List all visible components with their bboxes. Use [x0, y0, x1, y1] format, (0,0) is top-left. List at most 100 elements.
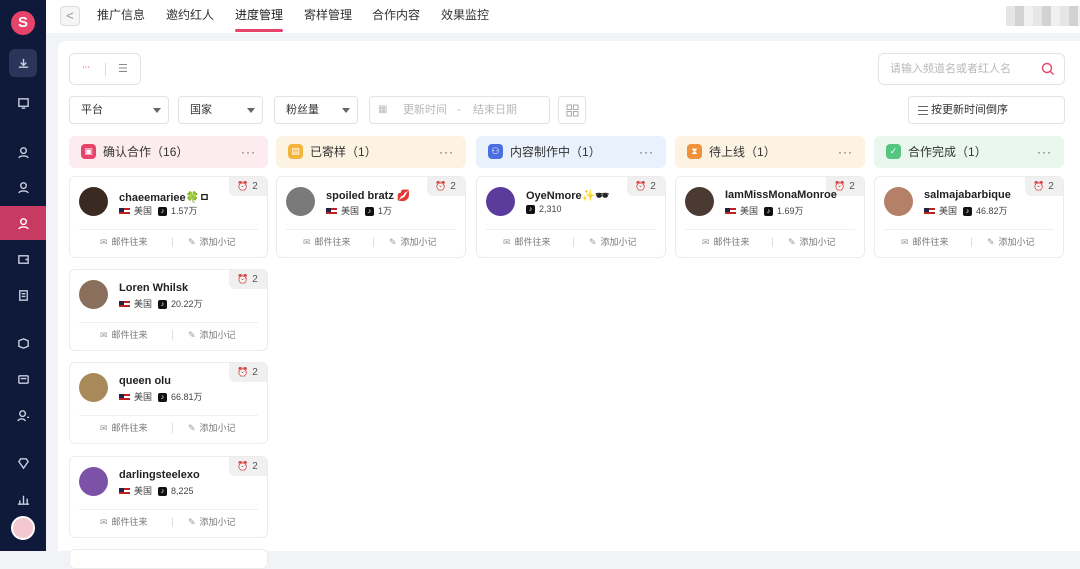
date-range-picker[interactable]: ▦ 更新时间 - 结束日期	[369, 96, 550, 124]
download-icon[interactable]	[9, 49, 37, 77]
tab-effect-monitoring[interactable]: 效果监控	[441, 0, 489, 33]
mail-button[interactable]: ✉ 邮件往来	[702, 235, 750, 248]
report-icon[interactable]	[0, 278, 46, 312]
followers-select[interactable]: 粉丝量	[274, 96, 358, 124]
list-view-icon[interactable]: ☰	[118, 62, 128, 75]
user-info-blurred[interactable]	[1006, 6, 1080, 26]
influencer-name[interactable]: queen olu	[119, 375, 171, 387]
tiktok-icon: ♪	[963, 207, 973, 217]
followers-select-label: 粉丝量	[286, 104, 319, 116]
reminder-badge[interactable]: ⏰ 2	[229, 363, 267, 382]
reminder-badge[interactable]: ⏰ 2	[229, 457, 267, 476]
influencer-name[interactable]: OyeNmore✨🕶	[526, 189, 609, 202]
tab-cooperation-content[interactable]: 合作内容	[372, 0, 420, 33]
date-end[interactable]: 结束日期	[473, 97, 517, 123]
grid-button[interactable]	[558, 96, 586, 124]
tiktok-icon: ♪	[526, 205, 535, 215]
tab-promotion-info[interactable]: 推广信息	[97, 0, 145, 33]
note-icon: ✎	[188, 330, 196, 340]
tab-progress-management[interactable]: 进度管理	[235, 0, 284, 33]
tab-sample-management[interactable]: 寄样管理	[304, 0, 352, 33]
us-flag-icon	[119, 393, 130, 402]
mail-button[interactable]: ✉ 邮件往来	[100, 421, 148, 434]
person-settings-icon[interactable]	[0, 398, 46, 432]
box-icon[interactable]	[0, 326, 46, 360]
search-placeholder: 请输入频道名或者红人名	[890, 63, 1011, 75]
reminder-badge[interactable]: ⏰ 2	[229, 270, 267, 289]
add-note-button[interactable]: ✎ 添加小记	[589, 235, 637, 248]
divider	[172, 423, 173, 433]
more-icon[interactable]: ···	[241, 136, 256, 168]
influencer-name[interactable]: darlingsteelexo	[119, 469, 200, 481]
country: 美国	[939, 206, 958, 216]
monitor-icon[interactable]	[0, 86, 46, 120]
alarm-icon: ⏰	[435, 181, 447, 191]
reminder-badge[interactable]: ⏰ 2	[229, 177, 267, 196]
view-toggle[interactable]: ᐧᐧᐧ ☰	[69, 53, 141, 85]
kanban-view-icon[interactable]: ᐧᐧᐧ	[82, 63, 90, 74]
tab-invite-influencers[interactable]: 邀约红人	[166, 0, 214, 33]
more-icon[interactable]: ···	[1037, 136, 1052, 168]
influencer-meta: ♪ 2,310	[526, 204, 562, 215]
influencer-card[interactable]	[69, 549, 268, 569]
sort-button[interactable]: 按更新时间倒序	[908, 96, 1065, 124]
reminder-badge[interactable]: ⏰ 2	[1025, 177, 1063, 196]
back-button[interactable]: <	[60, 6, 80, 26]
mail-button[interactable]: ✉ 邮件往来	[100, 328, 148, 341]
influencer-name[interactable]: salmajabarbique	[924, 189, 1011, 201]
add-note-button[interactable]: ✎ 添加小记	[389, 235, 437, 248]
followers: 20.22万	[171, 299, 203, 309]
mail-button[interactable]: ✉ 邮件往来	[100, 235, 148, 248]
influencer-card[interactable]: ⏰ 2 spoiled bratz 💋 美国 ♪ 1万 ✉ 邮件往来 ✎ 添加小记	[276, 176, 466, 258]
influencer-card[interactable]: ⏰ 2 chaeemariee🍀ㅁ 美国 ♪ 1.57万 ✉ 邮件往来 ✎ 添加小记	[69, 176, 268, 258]
avatar[interactable]	[11, 516, 35, 540]
add-note-button[interactable]: ✎ 添加小记	[188, 235, 236, 248]
alarm-icon: ⏰	[237, 274, 249, 284]
more-icon[interactable]: ···	[639, 136, 654, 168]
country-select[interactable]: 国家	[178, 96, 263, 124]
more-icon[interactable]: ···	[838, 136, 853, 168]
column-header-in-production: ⚇ 内容制作中（1） ···	[476, 136, 666, 168]
influencer-name[interactable]: IamMissMonaMonroe	[725, 189, 837, 201]
influencer-card[interactable]: ⏰ 2 queen olu 美国 ♪ 66.81万 ✉ 邮件往来 ✎ 添加小记	[69, 362, 268, 444]
wallet-icon[interactable]	[0, 242, 46, 276]
mail-icon: ✉	[503, 237, 511, 247]
mail-button[interactable]: ✉ 邮件往来	[901, 235, 949, 248]
add-note-button[interactable]: ✎ 添加小记	[987, 235, 1035, 248]
search-input[interactable]: 请输入频道名或者红人名	[878, 53, 1065, 85]
add-note-button[interactable]: ✎ 添加小记	[788, 235, 836, 248]
influencer-card[interactable]: ⏰ 2 salmajabarbique 美国 ♪ 46.82万 ✉ 邮件往来 ✎ 添加小记	[874, 176, 1064, 258]
influencer-card[interactable]: ⏰ 2 Loren Whilsk 美国 ♪ 20.22万 ✉ 邮件往来 ✎ 添加小记	[69, 269, 268, 351]
more-icon[interactable]: ···	[439, 136, 454, 168]
influencer-card[interactable]: ⏰ 2 darlingsteelexo 美国 ♪ 8,225 ✉ 邮件往来 ✎ 添加小记	[69, 456, 268, 538]
tiktok-icon: ♪	[764, 207, 774, 217]
reminder-badge[interactable]: ⏰ 2	[627, 177, 665, 196]
user-active-icon[interactable]	[0, 206, 46, 240]
add-note-button[interactable]: ✎ 添加小记	[188, 328, 236, 341]
add-note-button[interactable]: ✎ 添加小记	[188, 515, 236, 528]
mail-button[interactable]: ✉ 邮件往来	[100, 515, 148, 528]
influencer-card[interactable]: ⏰ 2 OyeNmore✨🕶 ♪ 2,310 ✉ 邮件往来 ✎ 添加小记	[476, 176, 666, 258]
diamond-icon[interactable]	[0, 446, 46, 480]
tag-icon[interactable]	[0, 362, 46, 396]
reminder-badge[interactable]: ⏰ 2	[427, 177, 465, 196]
user-icon[interactable]	[0, 135, 46, 169]
search-icon[interactable]	[1041, 62, 1055, 76]
column-count: （1）	[570, 145, 601, 159]
country: 美国	[740, 206, 759, 216]
mail-button[interactable]: ✉ 邮件往来	[303, 235, 351, 248]
influencer-card[interactable]: ⏰ 2 IamMissMonaMonroe 美国 ♪ 1.69万 ✉ 邮件往来 ✎ 添加小…	[675, 176, 865, 258]
us-flag-icon	[119, 207, 130, 216]
influencer-name[interactable]: chaeemariee🍀ㅁ	[119, 189, 209, 205]
influencer-name[interactable]: Loren Whilsk	[119, 282, 188, 294]
mail-label: 邮件往来	[912, 237, 949, 247]
bar-chart-icon[interactable]	[0, 482, 46, 516]
reminder-count: 2	[252, 461, 258, 472]
date-start[interactable]: 更新时间	[403, 97, 447, 123]
tiktok-icon: ♪	[158, 487, 168, 497]
influencer-name[interactable]: spoiled bratz 💋	[326, 189, 411, 202]
add-note-button[interactable]: ✎ 添加小记	[188, 421, 236, 434]
user-icon[interactable]	[0, 170, 46, 204]
mail-button[interactable]: ✉ 邮件往来	[503, 235, 551, 248]
platform-select[interactable]: 平台	[69, 96, 169, 124]
